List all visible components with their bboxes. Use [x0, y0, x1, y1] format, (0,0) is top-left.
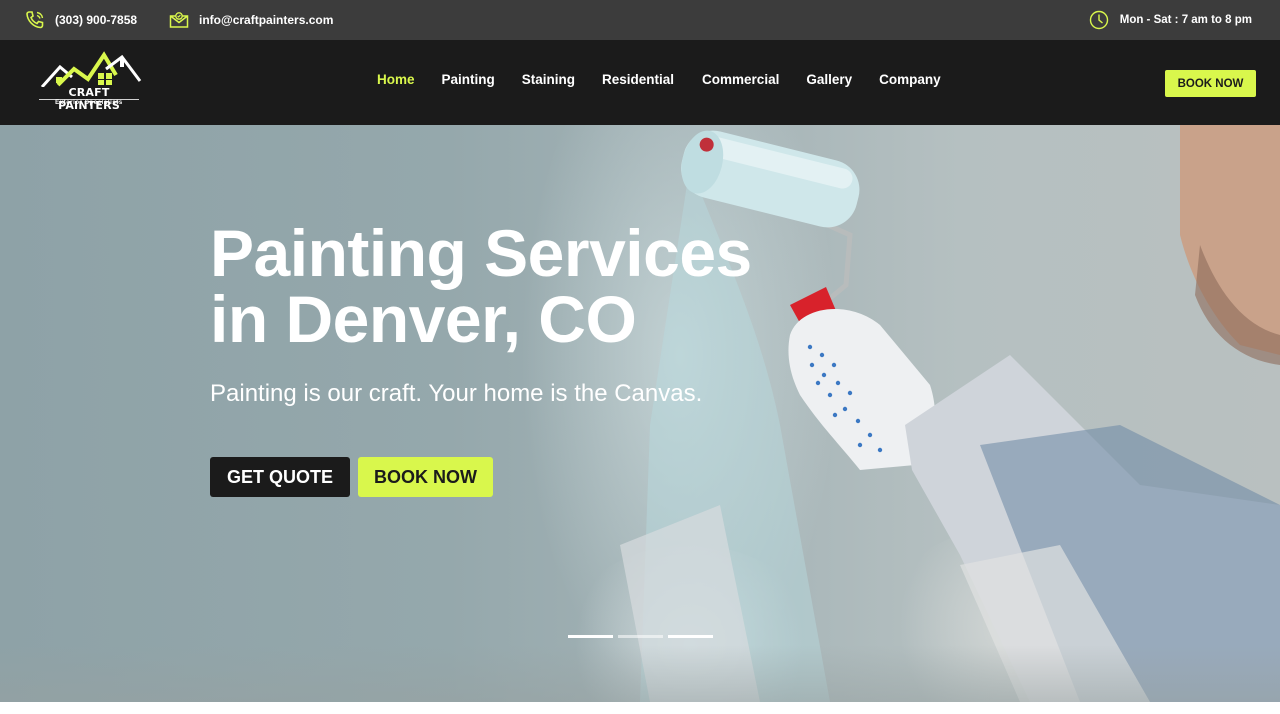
- hero-subtitle: Painting is our craft. Your home is the …: [210, 380, 703, 407]
- slider-dot-2[interactable]: [618, 635, 663, 638]
- hero-title-line-2: in Denver, CO: [210, 282, 637, 356]
- nav-item-home[interactable]: Home: [377, 72, 415, 87]
- main-menu: Home Painting Staining Residential Comme…: [377, 72, 941, 87]
- hours-text: Mon - Sat : 7 am to 8 pm: [1119, 14, 1252, 26]
- nav-item-painting[interactable]: Painting: [442, 72, 495, 87]
- nav-item-staining[interactable]: Staining: [522, 72, 575, 87]
- phone-icon: [26, 11, 44, 29]
- phone-link[interactable]: (303) 900-7858: [25, 0, 137, 40]
- house-logo-icon: [40, 51, 142, 89]
- get-quote-button[interactable]: GET QUOTE: [210, 457, 350, 497]
- slider-dot-3[interactable]: [668, 635, 713, 638]
- site-logo[interactable]: CRAFT PAINTERS Exterior Specialists: [36, 51, 142, 112]
- hero-slider: Painting Services in Denver, CO Painting…: [0, 125, 1280, 702]
- nav-item-gallery[interactable]: Gallery: [806, 72, 852, 87]
- hero-floor-shade: [0, 645, 1280, 702]
- clock-icon: [1089, 10, 1108, 30]
- phone-number[interactable]: (303) 900-7858: [55, 13, 137, 27]
- main-navbar: CRAFT PAINTERS Exterior Specialists Home…: [0, 40, 1280, 125]
- slider-dot-1[interactable]: [568, 635, 613, 638]
- envelope-icon: [169, 12, 189, 28]
- nav-item-commercial[interactable]: Commercial: [702, 72, 779, 87]
- email-address[interactable]: info@craftpainters.com: [199, 13, 333, 27]
- header-book-now-button[interactable]: BOOK NOW: [1165, 70, 1256, 97]
- top-bar: (303) 900-7858 info@craftpainters.com Mo…: [0, 0, 1280, 40]
- nav-item-company[interactable]: Company: [879, 72, 941, 87]
- hero-book-now-button[interactable]: BOOK NOW: [358, 457, 493, 497]
- hero-title-line-1: Painting Services: [210, 216, 752, 290]
- slider-pagination: [568, 635, 718, 638]
- email-link[interactable]: info@craftpainters.com: [169, 0, 333, 40]
- page-bottom-strip: [0, 702, 1280, 714]
- logo-tagline: Exterior Specialists: [36, 99, 142, 106]
- hero-background-image: [620, 125, 1280, 702]
- business-hours: Mon - Sat : 7 am to 8 pm: [1089, 0, 1252, 40]
- nav-item-residential[interactable]: Residential: [602, 72, 674, 87]
- hero-title: Painting Services in Denver, CO: [210, 220, 770, 352]
